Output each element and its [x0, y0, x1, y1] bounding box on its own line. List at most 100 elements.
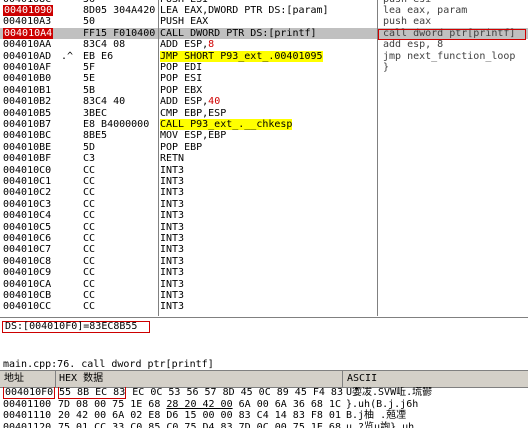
dump-header: 地址 HEX 数据 ASCII: [0, 370, 528, 388]
disasm-address: 004010A3: [3, 16, 52, 28]
disasm-opcode-bytes: CC: [83, 244, 96, 256]
dump-header-hex[interactable]: HEX 数据: [59, 373, 103, 385]
disasm-opcode-bytes: 3BEC: [83, 107, 108, 119]
disasm-address: 004010B2: [3, 96, 52, 108]
disasm-opcode-bytes: CC: [83, 255, 96, 267]
dump-ascii: U嬱冹.SVW岴.塃鬰: [346, 387, 433, 398]
disasm-opcode-bytes: 5B: [83, 84, 96, 96]
disasm-address: 004010BF: [3, 153, 52, 165]
disasm-opcode-bytes: CC: [83, 164, 96, 176]
dump-address: 004010F0: [3, 387, 56, 399]
disasm-address: 004010AD: [3, 50, 52, 62]
disasm-address: 004010CC: [3, 301, 52, 313]
source-line: lea eax, param: [383, 4, 468, 16]
source-comment-pane[interactable]: push esilea eax, parampush eaxcall dword…: [378, 0, 528, 316]
disasm-opcode-bytes: CC: [83, 278, 96, 290]
disasm-instruction: INT3: [160, 187, 185, 199]
column-divider: [158, 0, 159, 316]
disasm-opcode-bytes: 8D05 304A4200: [83, 4, 155, 16]
disasm-opcode-bytes: 5F: [83, 61, 96, 73]
disasm-opcode-bytes: CC: [83, 198, 96, 210]
disasm-opcode-bytes: 5E: [83, 73, 96, 85]
disasm-address: 004010B1: [3, 84, 52, 96]
disasm-instruction: POP EDI: [160, 61, 203, 73]
disasm-opcode-bytes: CC: [83, 221, 96, 233]
dump-header-address[interactable]: 地址: [4, 373, 24, 385]
dump-hex-bytes: 55 8B EC 83 EC 0C 53 56 57 8D 45 0C 89 4…: [58, 387, 343, 399]
dump-header-ascii[interactable]: ASCII: [347, 373, 377, 385]
disasm-instruction: INT3: [160, 301, 185, 313]
disasm-opcode-bytes: FF15 F0104000: [83, 27, 155, 39]
disasm-instruction: CALL P93_ext_.__chkesp: [160, 118, 293, 130]
dump-address: 00401100: [3, 398, 52, 410]
disasm-opcode-bytes: 83C4 08: [83, 39, 126, 51]
disasm-address: 004010C7: [3, 244, 52, 256]
disasm-address: 004010C8: [3, 255, 52, 267]
disasm-opcode-bytes: CC: [83, 210, 96, 222]
disasm-address: 004010BC: [3, 130, 52, 142]
source-line: add esp, 8: [383, 39, 444, 51]
disasm-opcode-bytes: 5D: [83, 141, 96, 153]
disasm-instruction: INT3: [160, 210, 185, 222]
disasm-opcode-bytes: CC: [83, 187, 96, 199]
disasm-address: 004010C9: [3, 267, 52, 279]
dump-hex-bytes: 7D 08 00 75 1E 68 28 20 42 00 6A 00 6A 3…: [58, 398, 341, 410]
disasm-instruction: ADD ESP,40: [160, 96, 221, 108]
disasm-address: 004010BE: [3, 141, 52, 153]
disasm-instruction: INT3: [160, 164, 185, 176]
dump-ascii: B.j柚 .兡凐: [346, 410, 407, 421]
disasm-opcode-bytes: CC: [83, 301, 96, 313]
disasm-instruction: INT3: [160, 278, 185, 290]
jump-marker: .^: [61, 50, 74, 62]
expression-readout: DS:[004010F0]=83EC8B55: [2, 321, 150, 333]
disasm-opcode-bytes: CC: [83, 232, 96, 244]
disasm-instruction: INT3: [160, 244, 185, 256]
disasm-opcode-bytes: 50: [83, 16, 96, 28]
disasm-instruction: INT3: [160, 232, 185, 244]
header-divider[interactable]: [342, 371, 343, 387]
disasm-instruction: RETN: [160, 153, 185, 165]
disasm-instruction: CMP EBP,ESP: [160, 107, 227, 119]
dump-ascii: u.?览u詢}.uh: [346, 421, 415, 428]
disasm-address: 004010B0: [3, 73, 52, 85]
source-line: push eax: [383, 16, 432, 28]
disasm-instruction: MOV ESP,EBP: [160, 130, 227, 142]
disasm-address: 004010CB: [3, 289, 52, 301]
disasm-address: 004010C6: [3, 232, 52, 244]
disasm-opcode-bytes: CC: [83, 267, 96, 279]
disasm-instruction: PUSH EAX: [160, 16, 209, 28]
disasm-opcode-bytes: 8BE5: [83, 130, 108, 142]
disasm-instruction: INT3: [160, 267, 185, 279]
disasm-instruction: ADD ESP,8: [160, 39, 215, 51]
dump-address: 00401110: [3, 410, 52, 421]
source-line: jmp next_function_loop: [383, 50, 516, 62]
disasm-address: 004010CA: [3, 278, 52, 290]
dump-hex-bytes: 20 42 00 6A 02 E8 D6 15 00 00 83 C4 14 8…: [58, 410, 341, 421]
disasm-opcode-bytes: EB E6: [83, 50, 114, 62]
disasm-instruction: INT3: [160, 255, 185, 267]
disasm-instruction: INT3: [160, 221, 185, 233]
dump-ascii: }.uh(B.j.j6h: [346, 398, 419, 410]
disasm-opcode-bytes: C3: [83, 153, 96, 165]
disasm-address: 004010C2: [3, 187, 52, 199]
disasm-address: 004010AF: [3, 61, 52, 73]
disasm-address: 004010C3: [3, 198, 52, 210]
header-divider[interactable]: [55, 371, 56, 387]
disasm-opcode-bytes: CC: [83, 175, 96, 187]
memory-dump-pane[interactable]: 004010F0 55 8B EC 83 EC 0C 53 56 57 8D 45…: [0, 387, 528, 428]
disasm-instruction: INT3: [160, 198, 185, 210]
dump-address: 00401120: [3, 421, 52, 428]
disasm-instruction: INT3: [160, 175, 185, 187]
current-source-line-box: [378, 29, 526, 40]
disasm-address: 004010A4: [3, 27, 54, 39]
disasm-address: 004010B7: [3, 118, 52, 130]
disasm-instruction: POP ESI: [160, 73, 203, 85]
disasm-address: 004010C5: [3, 221, 52, 233]
source-status-line: main.cpp:76. call dword ptr[printf]: [3, 359, 214, 370]
disasm-instruction: POP EBX: [160, 84, 203, 96]
disasm-address: 004010AA: [3, 39, 52, 51]
source-line: }: [383, 61, 390, 73]
disasm-opcode-bytes: CC: [83, 289, 96, 301]
disasm-instruction: CALL DWORD PTR DS:[printf]: [160, 27, 317, 39]
disasm-instruction: POP EBP: [160, 141, 203, 153]
